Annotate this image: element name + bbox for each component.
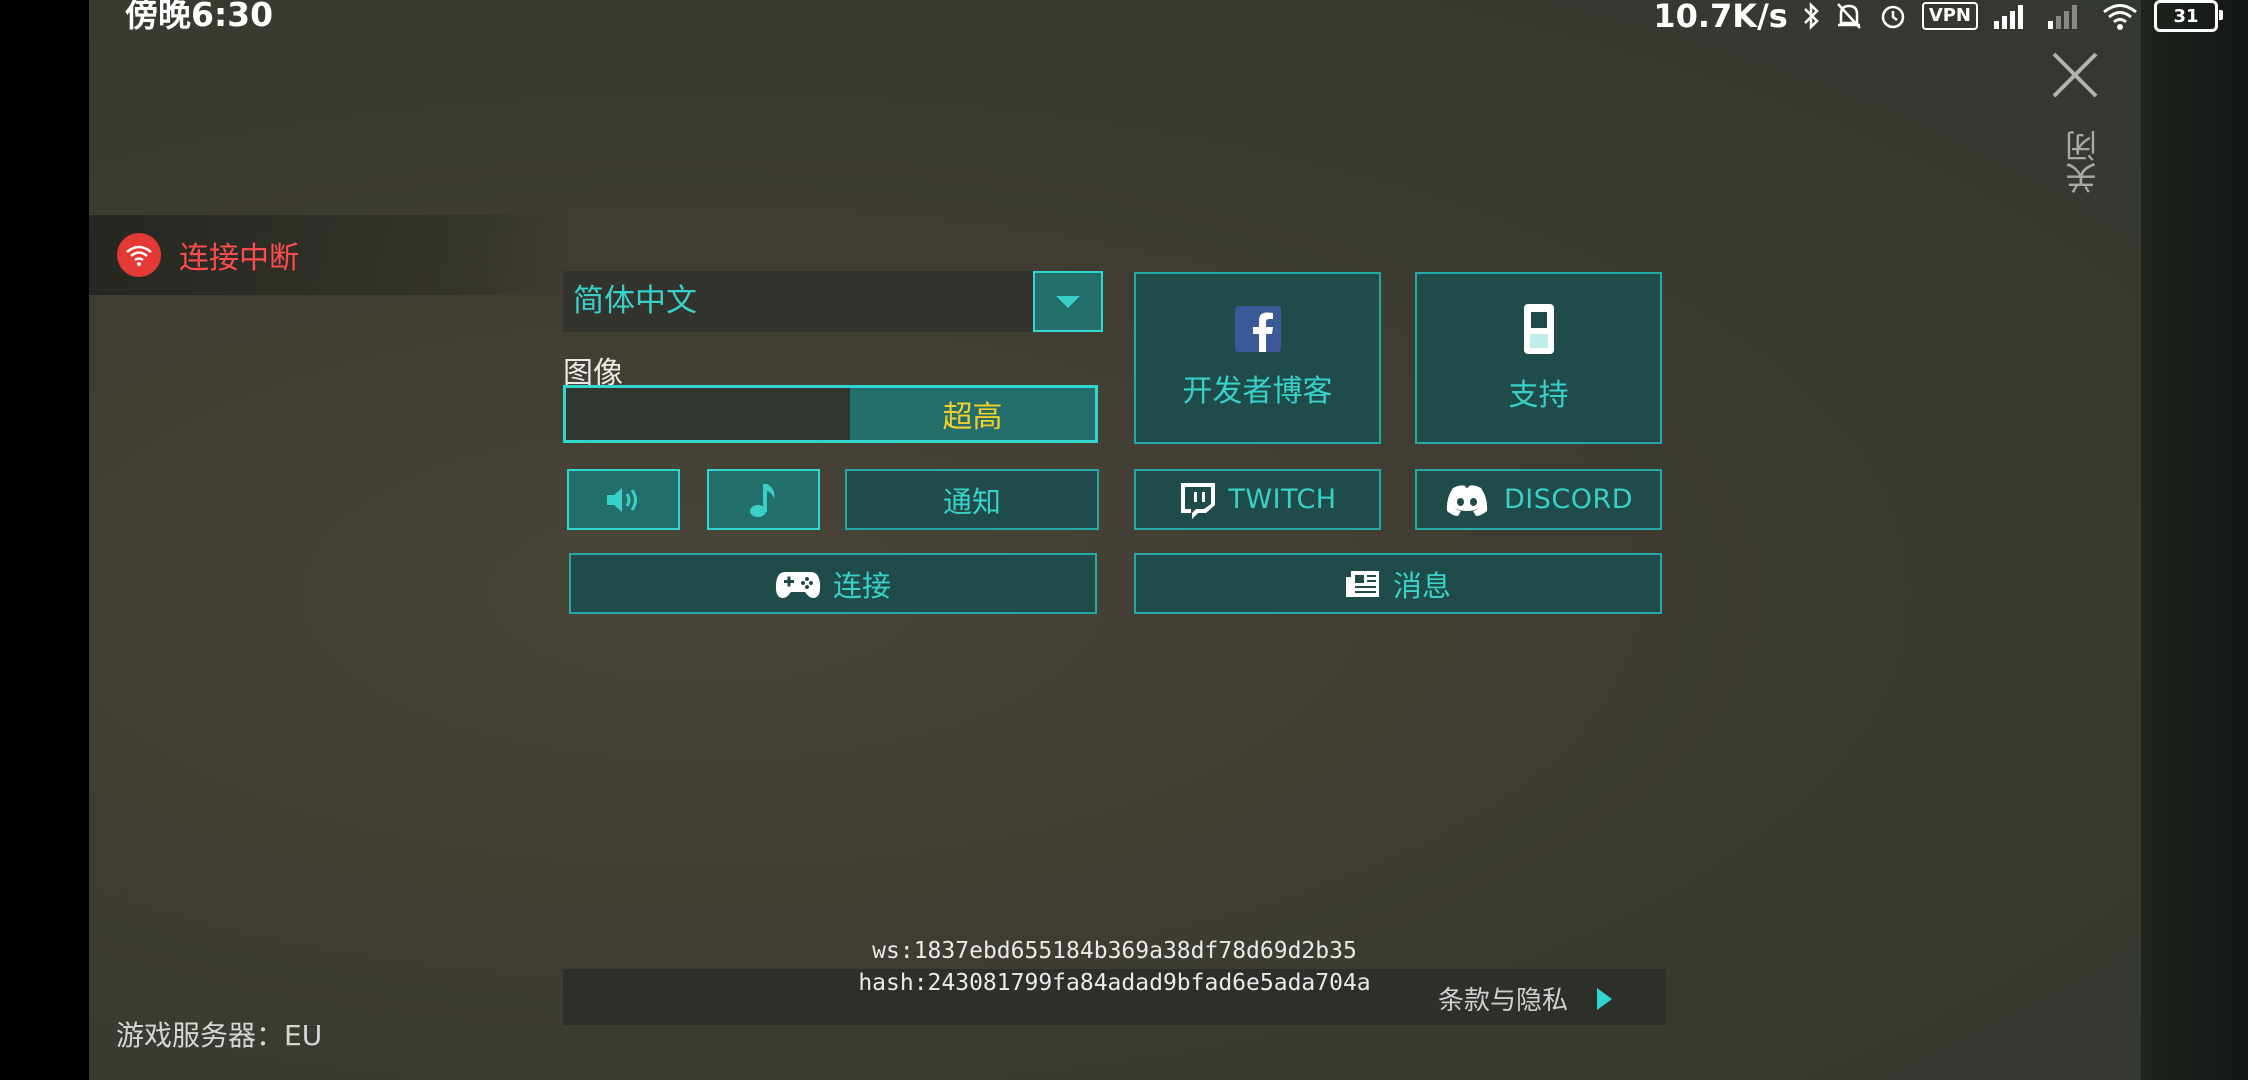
status-time: 傍晚6:30 bbox=[125, 0, 274, 34]
sound-toggle-button[interactable] bbox=[567, 469, 680, 530]
language-select[interactable]: 简体中文 bbox=[563, 271, 1103, 332]
play-arrow-icon bbox=[1597, 987, 1613, 1010]
status-bar-right: 10.7K/s VPN 31 bbox=[1653, 0, 2223, 35]
gamepad-icon bbox=[775, 571, 821, 598]
wifi-disconnected-icon bbox=[117, 233, 161, 277]
alarm-icon bbox=[1878, 1, 1908, 31]
facebook-icon bbox=[1234, 306, 1281, 352]
music-note-icon bbox=[749, 483, 774, 517]
chevron-down-icon bbox=[1056, 295, 1080, 308]
wifi-icon bbox=[2100, 1, 2140, 31]
net-speed: 10.7K/s bbox=[1653, 0, 1788, 35]
right-bezel bbox=[2141, 0, 2248, 1080]
connection-status-text: 连接中断 bbox=[179, 241, 299, 276]
graphics-quality-value: 超高 bbox=[850, 388, 1095, 440]
terms-privacy-label: 条款与隐私 bbox=[1438, 986, 1569, 1016]
graphics-quality-slider[interactable]: 超高 bbox=[563, 385, 1098, 443]
dropdown-arrow-button[interactable] bbox=[1033, 271, 1103, 332]
discord-label: DISCORD bbox=[1503, 484, 1634, 515]
signal-icon bbox=[1992, 1, 2032, 31]
language-value: 简体中文 bbox=[573, 283, 697, 319]
news-label: 消息 bbox=[1392, 568, 1451, 603]
discord-icon bbox=[1446, 484, 1488, 516]
vpn-badge: VPN bbox=[1921, 2, 1978, 30]
music-toggle-button[interactable] bbox=[707, 469, 820, 530]
game-background bbox=[89, 0, 2141, 1080]
news-button[interactable]: 消息 bbox=[1134, 553, 1662, 614]
twitch-icon bbox=[1181, 482, 1216, 519]
support-label: 支持 bbox=[1508, 378, 1569, 413]
connection-status-banner: 连接中断 bbox=[89, 215, 569, 295]
close-button[interactable] bbox=[2048, 48, 2102, 102]
connect-label: 连接 bbox=[832, 568, 891, 603]
mute-bell-icon bbox=[1834, 1, 1864, 31]
support-button[interactable]: 支持 bbox=[1415, 272, 1662, 444]
notify-label: 通知 bbox=[942, 484, 1001, 519]
twitch-button[interactable]: TWITCH bbox=[1134, 469, 1381, 530]
dev-blog-button[interactable]: 开发者博客 bbox=[1134, 272, 1381, 444]
dev-blog-label: 开发者博客 bbox=[1182, 374, 1333, 409]
battery-indicator: 31 bbox=[2154, 0, 2223, 32]
close-icon bbox=[2052, 52, 2098, 98]
newspaper-icon bbox=[1345, 570, 1379, 597]
ws-id-text: ws:1837ebd655184b369a38df78d69d2b35 bbox=[872, 938, 1357, 964]
terms-privacy-link[interactable]: 条款与隐私 bbox=[1438, 980, 1614, 1017]
discord-button[interactable]: DISCORD bbox=[1415, 469, 1662, 530]
signal-weak-icon bbox=[2046, 1, 2086, 31]
game-server-label: 游戏服务器：EU bbox=[116, 1019, 323, 1052]
support-glass-icon bbox=[1523, 304, 1554, 354]
left-bezel bbox=[0, 0, 89, 1080]
notify-button[interactable]: 通知 bbox=[845, 469, 1099, 530]
bluetooth-icon bbox=[1802, 1, 1820, 31]
twitch-label: TWITCH bbox=[1228, 484, 1337, 515]
connect-button[interactable]: 连接 bbox=[569, 553, 1097, 614]
speaker-icon bbox=[606, 487, 637, 512]
close-label[interactable]: 关闭 bbox=[2060, 130, 2102, 194]
